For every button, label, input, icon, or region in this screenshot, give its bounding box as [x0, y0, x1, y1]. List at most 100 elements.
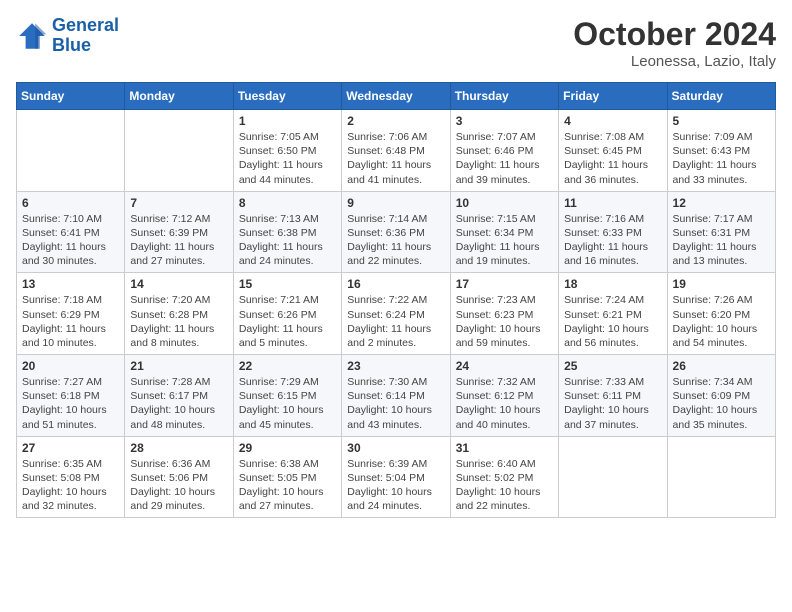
day-number: 21	[130, 359, 227, 373]
header-wednesday: Wednesday	[342, 83, 450, 110]
header-tuesday: Tuesday	[233, 83, 341, 110]
day-number: 26	[673, 359, 770, 373]
header-monday: Monday	[125, 83, 233, 110]
day-number: 28	[130, 441, 227, 455]
day-detail: Sunrise: 7:09 AM Sunset: 6:43 PM Dayligh…	[673, 130, 770, 187]
day-number: 20	[22, 359, 119, 373]
day-detail: Sunrise: 7:07 AM Sunset: 6:46 PM Dayligh…	[456, 130, 553, 187]
calendar-cell: 7Sunrise: 7:12 AM Sunset: 6:39 PM Daylig…	[125, 191, 233, 273]
calendar-cell: 13Sunrise: 7:18 AM Sunset: 6:29 PM Dayli…	[17, 273, 125, 355]
calendar-cell: 26 Sunrise: 7:34 AM Sunset: 6:09 PM Dayli…	[667, 355, 775, 437]
day-detail: Sunrise: 7:30 AM Sunset: 6:14 PM Dayligh…	[347, 375, 444, 432]
day-detail: Sunrise: 7:05 AM Sunset: 6:50 PM Dayligh…	[239, 130, 336, 187]
day-detail: Sunrise: 7:33 AM Sunset: 6:11 PM Dayligh…	[564, 375, 661, 432]
day-detail: Sunrise: 7:10 AM Sunset: 6:41 PM Dayligh…	[22, 212, 119, 269]
calendar-cell: 21 Sunrise: 7:28 AM Sunset: 6:17 PM Dayli…	[125, 355, 233, 437]
calendar-cell: 4Sunrise: 7:08 AM Sunset: 6:45 PM Daylig…	[559, 110, 667, 192]
calendar-cell: 1 Sunrise: 7:05 AM Sunset: 6:50 PM Daylig…	[233, 110, 341, 192]
day-detail: Sunrise: 7:23 AM Sunset: 6:23 PM Dayligh…	[456, 293, 553, 350]
day-number: 19	[673, 277, 770, 291]
logo-text-line2: Blue	[52, 36, 119, 56]
calendar-cell: 25 Sunrise: 7:33 AM Sunset: 6:11 PM Dayli…	[559, 355, 667, 437]
location-subtitle: Leonessa, Lazio, Italy	[573, 53, 776, 70]
day-number: 17	[456, 277, 553, 291]
calendar-cell	[125, 110, 233, 192]
day-detail: Sunrise: 7:34 AM Sunset: 6:09 PM Dayligh…	[673, 375, 770, 432]
day-number: 14	[130, 277, 227, 291]
day-detail: Sunrise: 7:22 AM Sunset: 6:24 PM Dayligh…	[347, 293, 444, 350]
day-detail: Sunrise: 7:06 AM Sunset: 6:48 PM Dayligh…	[347, 130, 444, 187]
day-detail: Sunrise: 7:13 AM Sunset: 6:38 PM Dayligh…	[239, 212, 336, 269]
calendar-cell	[559, 436, 667, 518]
day-number: 31	[456, 441, 553, 455]
day-detail: Sunrise: 7:26 AM Sunset: 6:20 PM Dayligh…	[673, 293, 770, 350]
header-sunday: Sunday	[17, 83, 125, 110]
day-detail: Sunrise: 7:21 AM Sunset: 6:26 PM Dayligh…	[239, 293, 336, 350]
day-number: 11	[564, 196, 661, 210]
day-number: 2	[347, 114, 444, 128]
calendar-cell: 30 Sunrise: 6:39 AM Sunset: 5:04 PM Dayli…	[342, 436, 450, 518]
day-number: 1	[239, 114, 336, 128]
calendar-cell: 6 Sunrise: 7:10 AM Sunset: 6:41 PM Daylig…	[17, 191, 125, 273]
calendar-cell: 2 Sunrise: 7:06 AM Sunset: 6:48 PM Daylig…	[342, 110, 450, 192]
day-detail: Sunrise: 7:28 AM Sunset: 6:17 PM Dayligh…	[130, 375, 227, 432]
month-title: October 2024	[573, 16, 776, 53]
day-number: 23	[347, 359, 444, 373]
day-number: 5	[673, 114, 770, 128]
week-row-5: 27 Sunrise: 6:35 AM Sunset: 5:08 PM Dayli…	[17, 436, 776, 518]
day-number: 29	[239, 441, 336, 455]
calendar-cell: 31 Sunrise: 6:40 AM Sunset: 5:02 PM Dayli…	[450, 436, 558, 518]
calendar-cell: 19 Sunrise: 7:26 AM Sunset: 6:20 PM Dayli…	[667, 273, 775, 355]
logo: General Blue	[16, 16, 119, 56]
day-detail: Sunrise: 7:27 AM Sunset: 6:18 PM Dayligh…	[22, 375, 119, 432]
header-saturday: Saturday	[667, 83, 775, 110]
calendar-cell	[17, 110, 125, 192]
calendar-cell: 22 Sunrise: 7:29 AM Sunset: 6:15 PM Dayli…	[233, 355, 341, 437]
calendar-cell: 29 Sunrise: 6:38 AM Sunset: 5:05 PM Dayli…	[233, 436, 341, 518]
day-number: 15	[239, 277, 336, 291]
day-detail: Sunrise: 6:35 AM Sunset: 5:08 PM Dayligh…	[22, 457, 119, 514]
calendar-cell: 14 Sunrise: 7:20 AM Sunset: 6:28 PM Dayli…	[125, 273, 233, 355]
calendar-cell: 15 Sunrise: 7:21 AM Sunset: 6:26 PM Dayli…	[233, 273, 341, 355]
day-detail: Sunrise: 7:29 AM Sunset: 6:15 PM Dayligh…	[239, 375, 336, 432]
calendar-cell: 9 Sunrise: 7:14 AM Sunset: 6:36 PM Daylig…	[342, 191, 450, 273]
day-number: 6	[22, 196, 119, 210]
calendar-cell: 27 Sunrise: 6:35 AM Sunset: 5:08 PM Dayli…	[17, 436, 125, 518]
day-number: 3	[456, 114, 553, 128]
day-number: 30	[347, 441, 444, 455]
day-detail: Sunrise: 7:32 AM Sunset: 6:12 PM Dayligh…	[456, 375, 553, 432]
day-detail: Sunrise: 6:39 AM Sunset: 5:04 PM Dayligh…	[347, 457, 444, 514]
week-row-1: 1 Sunrise: 7:05 AM Sunset: 6:50 PM Daylig…	[17, 110, 776, 192]
day-detail: Sunrise: 7:17 AM Sunset: 6:31 PM Dayligh…	[673, 212, 770, 269]
day-detail: Sunrise: 6:40 AM Sunset: 5:02 PM Dayligh…	[456, 457, 553, 514]
day-detail: Sunrise: 7:12 AM Sunset: 6:39 PM Dayligh…	[130, 212, 227, 269]
day-number: 9	[347, 196, 444, 210]
day-number: 10	[456, 196, 553, 210]
page-header: General Blue October 2024 Leonessa, Lazi…	[16, 16, 776, 70]
calendar-cell: 20 Sunrise: 7:27 AM Sunset: 6:18 PM Dayli…	[17, 355, 125, 437]
week-row-2: 6 Sunrise: 7:10 AM Sunset: 6:41 PM Daylig…	[17, 191, 776, 273]
calendar-cell: 3 Sunrise: 7:07 AM Sunset: 6:46 PM Daylig…	[450, 110, 558, 192]
logo-text-line1: General	[52, 16, 119, 36]
day-detail: Sunrise: 7:08 AM Sunset: 6:45 PM Dayligh…	[564, 130, 661, 187]
day-number: 18	[564, 277, 661, 291]
week-row-3: 13Sunrise: 7:18 AM Sunset: 6:29 PM Dayli…	[17, 273, 776, 355]
day-number: 24	[456, 359, 553, 373]
calendar-cell: 16Sunrise: 7:22 AM Sunset: 6:24 PM Dayli…	[342, 273, 450, 355]
header-thursday: Thursday	[450, 83, 558, 110]
title-block: October 2024 Leonessa, Lazio, Italy	[573, 16, 776, 70]
calendar-cell: 12Sunrise: 7:17 AM Sunset: 6:31 PM Dayli…	[667, 191, 775, 273]
calendar-cell: 10Sunrise: 7:15 AM Sunset: 6:34 PM Dayli…	[450, 191, 558, 273]
day-detail: Sunrise: 6:38 AM Sunset: 5:05 PM Dayligh…	[239, 457, 336, 514]
day-number: 8	[239, 196, 336, 210]
day-number: 25	[564, 359, 661, 373]
day-detail: Sunrise: 7:20 AM Sunset: 6:28 PM Dayligh…	[130, 293, 227, 350]
day-detail: Sunrise: 7:18 AM Sunset: 6:29 PM Dayligh…	[22, 293, 119, 350]
calendar-cell: 11 Sunrise: 7:16 AM Sunset: 6:33 PM Dayli…	[559, 191, 667, 273]
day-number: 22	[239, 359, 336, 373]
day-detail: Sunrise: 6:36 AM Sunset: 5:06 PM Dayligh…	[130, 457, 227, 514]
day-number: 27	[22, 441, 119, 455]
day-detail: Sunrise: 7:16 AM Sunset: 6:33 PM Dayligh…	[564, 212, 661, 269]
logo-icon	[16, 20, 48, 52]
day-detail: Sunrise: 7:14 AM Sunset: 6:36 PM Dayligh…	[347, 212, 444, 269]
